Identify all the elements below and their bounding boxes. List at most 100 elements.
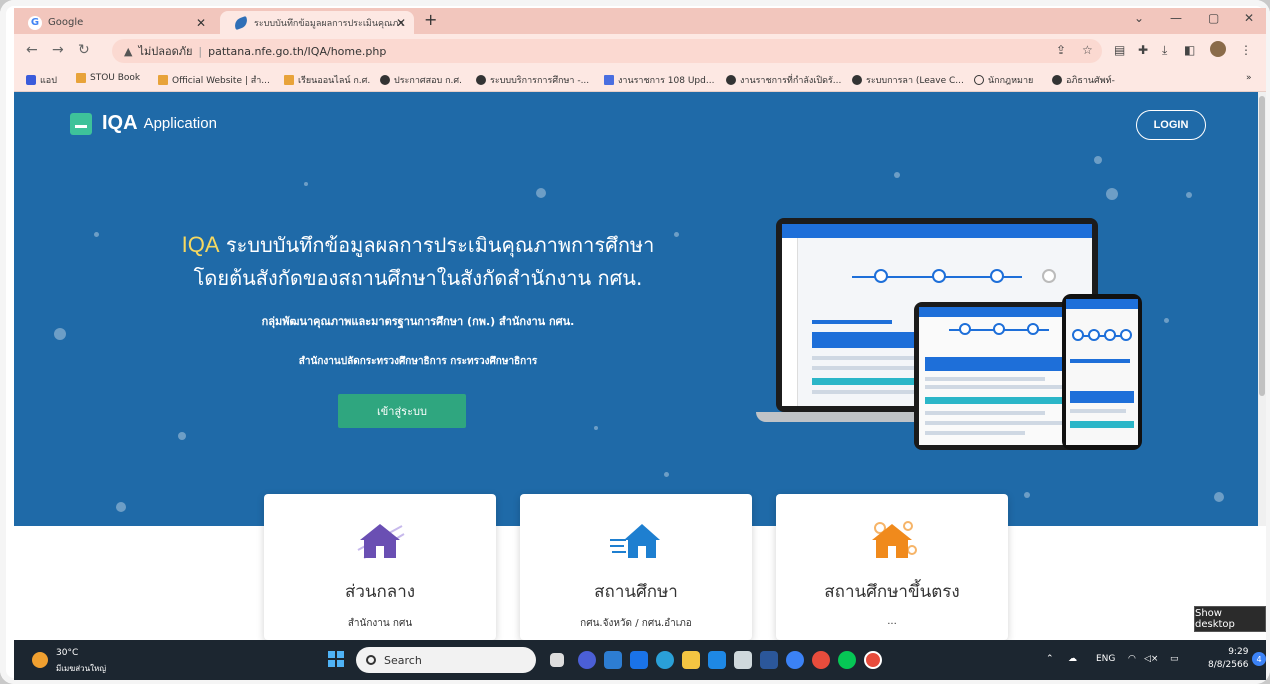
decor-dot: [1024, 492, 1030, 498]
app-logo[interactable]: IQA Application: [70, 112, 217, 135]
card-sub: สำนักงาน กศน: [347, 618, 413, 629]
bookmark-item[interactable]: Official Website | สำ...: [158, 73, 270, 87]
profile-avatar-icon[interactable]: [1210, 41, 1226, 57]
wifi-icon[interactable]: ◠: [1128, 654, 1136, 664]
page-scrollbar[interactable]: [1258, 92, 1266, 526]
enter-system-button[interactable]: เข้าสู่ระบบ: [338, 394, 466, 428]
show-desktop-tooltip: Show desktop: [1194, 606, 1266, 632]
line-icon[interactable]: [838, 651, 856, 669]
reading-list-icon[interactable]: ▤: [1114, 43, 1125, 57]
card-central[interactable]: ส่วนกลาง สำนักงาน กศน: [264, 494, 496, 640]
url-text: pattana.nfe.go.th/IQA/home.php: [208, 44, 387, 58]
bookmark-item[interactable]: ระบบบริการการศึกษา -...: [476, 73, 589, 87]
bookmark-item[interactable]: งานราชการที่กำลังเปิดรั...: [726, 73, 841, 87]
bookmarks-bar: แอป STOU Book Official Website | สำ... เ…: [14, 68, 1266, 92]
phone-mockup-image: [1062, 294, 1142, 450]
tab-title: Google: [48, 17, 84, 28]
app-icon[interactable]: [786, 651, 804, 669]
bookmark-item[interactable]: เรียนออนไลน์ ก.ศ.: [284, 73, 370, 87]
tab-iqa[interactable]: ระบบบันทึกข้อมูลผลการประเมินคุณภา ✕: [220, 11, 414, 34]
bookmark-item[interactable]: นักกฎหมาย: [974, 73, 1033, 87]
reload-icon[interactable]: ↻: [78, 42, 90, 58]
bookmark-item[interactable]: STOU Book: [76, 73, 140, 83]
decor-dot: [594, 426, 598, 430]
subtitle-line1: กลุ่มพัฒนาคุณภาพและมาตรฐานการศึกษา (กพ.)…: [261, 315, 575, 328]
subtitle-line2: สำนักงานปลัดกระทรวงศึกษาธิการ กระทรวงศึก…: [298, 356, 538, 367]
decor-dot: [304, 182, 308, 186]
language-indicator[interactable]: ENG: [1096, 654, 1115, 664]
volume-icon[interactable]: ◁×: [1144, 654, 1158, 664]
decor-dot: [1164, 318, 1169, 323]
bookmark-favicon-icon: [284, 75, 294, 85]
notification-badge[interactable]: 4: [1252, 652, 1266, 666]
decor-dot: [536, 188, 546, 198]
maximize-icon[interactable]: ▢: [1208, 11, 1219, 25]
card-school[interactable]: สถานศึกษา กศน.จังหวัด / กศน.อำเภอ: [520, 494, 752, 640]
minimize-icon[interactable]: —: [1170, 11, 1182, 25]
back-icon[interactable]: ←: [26, 42, 38, 58]
bookmark-item[interactable]: อภิธานศัพท์-: [1052, 73, 1115, 87]
system-clock[interactable]: 9:29 8/8/2566: [1208, 646, 1248, 672]
tab-google[interactable]: G Google ✕: [14, 11, 214, 34]
decor-dot: [178, 432, 186, 440]
download-icon[interactable]: ⤓: [1162, 43, 1167, 58]
edge-icon[interactable]: [656, 651, 674, 669]
search-label: Search: [384, 653, 422, 667]
security-label: ไม่ปลอดภัย: [138, 45, 193, 58]
close-window-icon[interactable]: ✕: [1244, 11, 1254, 25]
decor-dot: [1094, 156, 1102, 164]
task-view-icon[interactable]: [550, 653, 564, 667]
line-store-icon[interactable]: [708, 651, 726, 669]
globe-icon: [1052, 75, 1062, 85]
teams-icon[interactable]: [604, 651, 622, 669]
decor-dot: [94, 232, 99, 237]
chevron-up-icon[interactable]: ⌃: [1046, 654, 1054, 664]
card-sub: กศน.จังหวัด / กศน.อำเภอ: [580, 618, 692, 629]
battery-icon[interactable]: ▭: [1170, 654, 1179, 664]
onedrive-icon[interactable]: ☁: [1068, 654, 1077, 664]
logo-sub: Application: [143, 115, 217, 132]
taskbar-search[interactable]: Search: [356, 647, 536, 673]
chevron-down-icon[interactable]: ⌄: [1134, 11, 1144, 25]
extensions-icon[interactable]: ✚: [1138, 43, 1148, 57]
camera-icon[interactable]: [734, 651, 752, 669]
menu-icon[interactable]: ⋮: [1240, 43, 1252, 57]
site-favicon-icon: [232, 15, 250, 30]
bookmark-item[interactable]: ประกาศสอบ ก.ศ.: [380, 73, 462, 87]
card-sub: ...: [887, 616, 897, 627]
windows-start-icon[interactable]: [328, 651, 344, 667]
title-prefix: IQA: [181, 232, 220, 257]
bookmark-favicon-icon: [604, 75, 614, 85]
house-blue-icon: [610, 524, 660, 558]
more-bookmarks-icon[interactable]: »: [1246, 73, 1252, 83]
word-icon[interactable]: [760, 651, 778, 669]
chrome-active-icon[interactable]: [864, 651, 882, 669]
google-icon: G: [28, 15, 42, 30]
side-panel-icon[interactable]: ◧: [1184, 43, 1195, 57]
new-tab-button[interactable]: +: [424, 10, 437, 29]
scrollbar-thumb[interactable]: [1259, 96, 1265, 396]
address-bar[interactable]: ▲ ไม่ปลอดภัย | pattana.nfe.go.th/IQA/hom…: [112, 39, 1102, 63]
book-icon: [70, 112, 92, 135]
bookmark-item[interactable]: งานราชการ 108 Upd...: [604, 73, 714, 87]
file-explorer-icon[interactable]: [682, 651, 700, 669]
bookmark-item[interactable]: ระบบการลา (Leave C...: [852, 73, 964, 87]
forward-icon[interactable]: →: [52, 42, 64, 58]
bookmark-apps[interactable]: แอป: [26, 73, 57, 87]
star-icon[interactable]: ☆: [1082, 43, 1093, 57]
card-direct-school[interactable]: สถานศึกษาขึ้นตรง ...: [776, 494, 1008, 640]
login-button[interactable]: LOGIN: [1136, 110, 1206, 140]
card-title: สถานศึกษา: [594, 582, 678, 602]
chrome-icon[interactable]: [812, 651, 830, 669]
close-tab-icon[interactable]: ✕: [396, 16, 406, 30]
decor-dot: [1214, 492, 1224, 502]
clock-date: 8/8/2566: [1208, 660, 1249, 670]
decor-dot: [1186, 192, 1192, 198]
mail-icon[interactable]: [630, 651, 648, 669]
close-tab-icon[interactable]: ✕: [196, 16, 206, 30]
chat-icon[interactable]: [578, 651, 596, 669]
clock-time: 9:29: [1228, 647, 1249, 657]
bookmark-favicon-icon: [158, 75, 168, 85]
share-icon[interactable]: ⇪: [1056, 43, 1066, 57]
decor-dot: [664, 472, 669, 477]
